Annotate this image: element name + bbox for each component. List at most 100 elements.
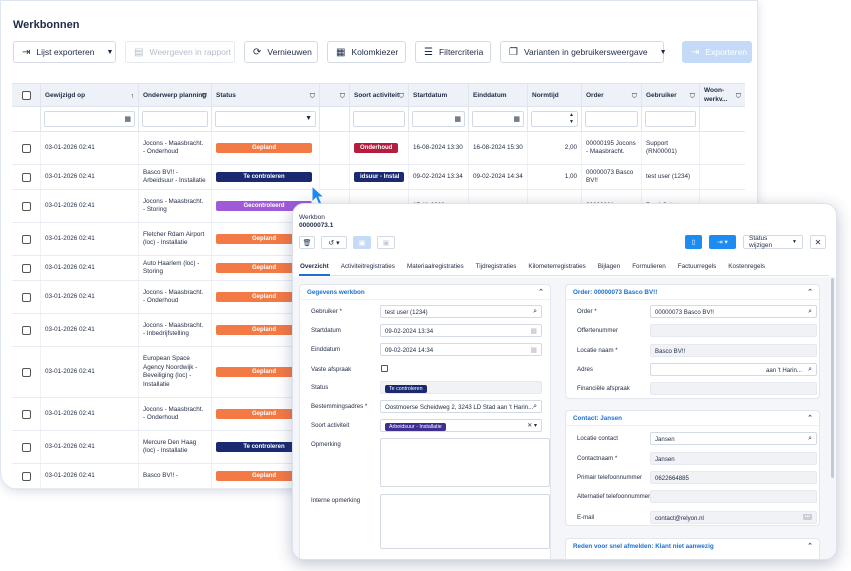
row-checkbox[interactable] <box>21 172 31 182</box>
header-user[interactable]: Gebruiker ⛉ <box>642 84 700 106</box>
start-input[interactable]: 09-02-2024 13:34 ▦ <box>380 324 542 337</box>
filter-user-input[interactable] <box>645 111 696 127</box>
dialog-scrollbar[interactable] <box>831 278 834 478</box>
tab-formulieren[interactable]: Formulieren <box>631 261 667 276</box>
tab-activiteitregistraties[interactable]: Activiteitregistraties <box>340 261 396 276</box>
filter-icon[interactable]: ⛉ <box>399 92 404 101</box>
werkbon-details-header[interactable]: Gegevens werkbon ⌃ <box>300 285 550 300</box>
fixed-appointment-checkbox[interactable] <box>381 365 388 372</box>
header-start[interactable]: Startdatum <box>409 84 469 106</box>
remark-textarea[interactable] <box>380 438 550 487</box>
row-checkbox[interactable] <box>21 367 31 377</box>
header-order[interactable]: Order ⛉ <box>582 84 642 106</box>
close-button[interactable]: ✕ <box>810 235 826 249</box>
filter-start-input[interactable]: ▦ <box>412 111 465 127</box>
header-norm[interactable]: Normtijd <box>528 84 582 106</box>
calendar-icon[interactable]: ▦ <box>513 115 520 123</box>
filter-icon[interactable]: ⛉ <box>690 92 695 101</box>
search-icon[interactable]: ⌕ <box>533 403 537 411</box>
export-menu-button[interactable]: ⇥ ▾ <box>709 235 736 249</box>
end-input[interactable]: 09-02-2024 14:34 ▦ <box>380 343 542 356</box>
row-checkbox[interactable] <box>21 234 31 244</box>
filter-end-input[interactable]: ▦ <box>472 111 524 127</box>
collapse-icon[interactable]: ⌃ <box>807 288 813 296</box>
contact-panel-header[interactable]: Contact: Jansen ⌃ <box>566 411 819 426</box>
stepper-arrows-icon[interactable]: ▲ ▼ <box>569 112 574 126</box>
tab-materiaalregistraties[interactable]: Materiaalregistraties <box>406 261 465 276</box>
row-checkbox[interactable] <box>21 471 31 481</box>
filter-icon[interactable]: ⛉ <box>202 92 207 101</box>
internal-remark-textarea[interactable] <box>380 494 550 549</box>
tab-kilometerregistraties[interactable]: Kilometerregistraties <box>527 261 586 276</box>
header-modified[interactable]: Gewijzigd op ↑ <box>41 84 139 106</box>
header-subject[interactable]: Onderwerp planning ⛉ <box>139 84 212 106</box>
location-contact-input[interactable]: Jansen ⌕ <box>650 432 817 445</box>
delete-button[interactable]: 🗑 <box>299 236 315 249</box>
activity-select[interactable]: Arbeidsuur - Installatie ✕ ▾ <box>380 419 542 432</box>
address-input[interactable]: Oostmoerse Scheidweg 2, 3243 LD Stad aan… <box>380 400 542 413</box>
tab-factuurregels[interactable]: Factuurregels <box>677 261 718 276</box>
tab-kostenregels[interactable]: Kostenregels <box>727 261 766 276</box>
header-activity[interactable]: Soort activiteit ⛉ <box>350 84 409 106</box>
row-checkbox[interactable] <box>21 325 31 335</box>
filter-activity-input[interactable] <box>353 111 405 127</box>
collapse-icon[interactable]: ⌃ <box>538 288 544 296</box>
tab-bijlagen[interactable]: Bijlagen <box>597 261 621 276</box>
header-status[interactable]: Status ⛉ <box>212 84 320 106</box>
user-input[interactable]: test user (1234) ⌕ <box>380 305 542 318</box>
row-checkbox[interactable] <box>21 201 31 211</box>
sort-up-icon[interactable]: ↑ <box>131 92 135 101</box>
more-icon[interactable]: ••• <box>802 514 812 520</box>
calendar-icon[interactable]: ▦ <box>530 346 537 354</box>
history-button[interactable]: ↺ ▾ <box>321 236 347 249</box>
select-all-checkbox[interactable] <box>21 90 31 100</box>
header-commute[interactable]: Woon-werkv... ⛉ <box>700 84 745 106</box>
save-button[interactable]: ▣ <box>353 236 371 249</box>
filter-criteria-button[interactable]: ☰ Filtercriteria <box>415 41 491 63</box>
collapse-icon[interactable]: ⌃ <box>807 414 813 422</box>
collapse-icon[interactable]: ⌃ <box>807 542 813 550</box>
header-end[interactable]: Einddatum <box>469 84 528 106</box>
calendar-icon[interactable]: ▦ <box>530 327 537 335</box>
search-icon[interactable]: ⌕ <box>808 308 812 316</box>
table-row[interactable]: 03-01-2026 02:41 Basco BV!! - Arbeidsuur … <box>12 165 745 190</box>
table-row[interactable]: 03-01-2026 02:41 Jocons - Maasbracht. - O… <box>12 132 745 165</box>
filter-status-select[interactable]: ▼ <box>215 111 316 127</box>
calendar-icon[interactable]: ▦ <box>454 115 461 123</box>
row-checkbox[interactable] <box>21 263 31 273</box>
show-report-button[interactable]: ▤ Weergeven in rapport <box>125 41 235 63</box>
tab-tijdregistraties[interactable]: Tijdregistraties <box>475 261 518 276</box>
clear-and-dropdown-icon[interactable]: ✕ ▾ <box>527 422 537 429</box>
info-button[interactable]: ▯ <box>685 235 702 249</box>
filter-icon[interactable]: ⛉ <box>632 92 637 101</box>
row-checkbox[interactable] <box>21 409 31 419</box>
filter-icon[interactable]: ⛉ <box>340 92 345 101</box>
tab-overzicht[interactable]: Overzicht <box>299 261 330 276</box>
chevron-down-icon[interactable]: ▼ <box>305 115 312 122</box>
header-blank[interactable]: ⛉ <box>320 84 350 106</box>
status-change-button[interactable]: Status wijzigen ▼ <box>743 235 803 249</box>
export-list-button[interactable]: ⇥ Lijst exporteren ▼ <box>13 41 116 63</box>
filter-order-input[interactable] <box>585 111 638 127</box>
order-input[interactable]: 00000073 Basco BV!! ⌕ <box>650 305 817 318</box>
search-icon[interactable]: ⌕ <box>808 366 812 374</box>
filter-icon[interactable]: ⛉ <box>736 92 741 101</box>
row-checkbox[interactable] <box>21 143 31 153</box>
row-checkbox[interactable] <box>21 442 31 452</box>
save-close-button[interactable]: ▣ <box>377 236 395 249</box>
search-icon[interactable]: ⌕ <box>533 308 537 316</box>
order-panel-header[interactable]: Order: 00000073 Basco BV!! ⌃ <box>566 285 819 300</box>
row-checkbox[interactable] <box>21 292 31 302</box>
column-chooser-button[interactable]: ▦ Kolomkiezer <box>327 41 406 63</box>
export-button[interactable]: ⇥ Exporteren <box>682 41 752 63</box>
filter-icon[interactable]: ⛉ <box>310 92 315 101</box>
filter-subject-input[interactable] <box>142 111 208 127</box>
filter-modified-input[interactable]: ▦ <box>44 111 135 127</box>
filter-norm-stepper[interactable]: ▲ ▼ <box>531 111 578 127</box>
refresh-button[interactable]: ⟳ Vernieuwen <box>244 41 318 63</box>
variants-button[interactable]: ❐ Varianten in gebruikersweergave ▼ <box>500 41 667 63</box>
search-icon[interactable]: ⌕ <box>808 435 812 443</box>
order-address-input[interactable]: aan 't Harin... ⌕ <box>650 363 817 376</box>
reason-panel-header[interactable]: Reden voor snel afmelden: Klant niet aan… <box>566 539 819 554</box>
calendar-icon[interactable]: ▦ <box>124 115 131 123</box>
